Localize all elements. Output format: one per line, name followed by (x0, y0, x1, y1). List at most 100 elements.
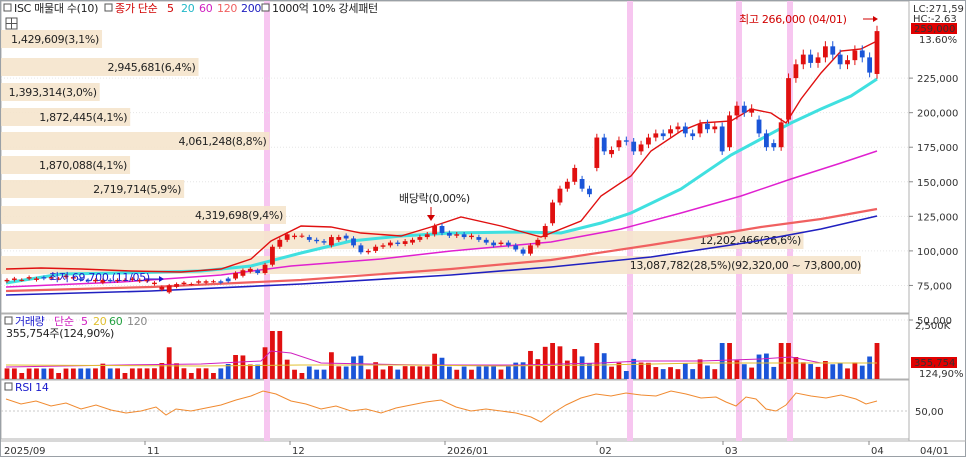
candle-body (712, 126, 718, 130)
panel-toggle-icon[interactable] (3, 3, 12, 12)
candle-body (181, 282, 187, 285)
volume-bar (852, 362, 858, 379)
candle-body (852, 50, 858, 61)
candle-body (225, 278, 231, 282)
volume-bar (557, 346, 563, 379)
volume-bar (63, 368, 69, 379)
volume-bar (446, 366, 452, 379)
volume-bar (859, 365, 865, 379)
candle-body (395, 242, 401, 244)
volume-bar (11, 368, 17, 379)
volume-bar (26, 368, 32, 379)
low-arrow-head (159, 276, 164, 282)
rsi-line (5, 390, 878, 423)
dividend-arrow-head (427, 215, 435, 221)
date-02: 02 (599, 446, 612, 457)
volume-bar (550, 343, 555, 379)
price-tick-label: 150,000 (917, 178, 958, 189)
candle-body (152, 282, 157, 285)
candle-body (609, 149, 614, 155)
date-03: 03 (725, 446, 738, 457)
candle-body (646, 137, 651, 145)
candle-body (159, 286, 165, 290)
volume-bar (837, 362, 843, 379)
candle-body (830, 46, 836, 55)
volume-bar (387, 366, 393, 379)
volume-profile: 1,429,609(3,1%) 2,945,681(6,4%) 1,393,314(… (1, 30, 861, 274)
volume-toggle-icon[interactable] (4, 316, 13, 325)
current-price: 259,000 (914, 24, 955, 35)
volume-bar (690, 369, 696, 379)
volume-bar (800, 362, 806, 379)
volume-bar (505, 366, 511, 379)
candle-body (579, 179, 585, 189)
candle-body (786, 78, 791, 120)
volume-bar (107, 368, 113, 379)
candle-body (837, 54, 843, 65)
candle-body (41, 277, 47, 279)
volume-bar (144, 368, 150, 379)
volume-bar (48, 368, 54, 379)
price-tick-label: 75,000 (917, 281, 952, 292)
volume-bar (439, 357, 445, 379)
rsi-toggle-icon[interactable] (4, 382, 13, 391)
candle-body (631, 141, 637, 152)
volume-profile-label: 2,945,681(6,4%) (108, 61, 196, 74)
candle-body (505, 242, 511, 246)
volume-bar (292, 369, 297, 379)
grid-icon[interactable] (5, 17, 18, 30)
volume-bar (646, 362, 651, 379)
volume-bar (402, 366, 408, 379)
candle-body (26, 277, 32, 279)
price-scale: LC:271,59 HC:-2.63 259,000 13.60% 225,00… (909, 4, 964, 327)
chart-canvas[interactable]: 1,429,609(3,1%) 2,945,681(6,4%) 1,393,314(… (1, 1, 966, 458)
candle-body (764, 133, 769, 148)
volume-bar (203, 368, 209, 379)
candle-body (166, 285, 172, 293)
price-header: ISC 매물대 수(10) 종가 단순 5 20 60 120 200 1000… (3, 2, 378, 30)
volume-bar (233, 355, 238, 379)
candle-body (454, 234, 460, 236)
volume-bar (675, 369, 681, 379)
volume-bar (874, 343, 880, 379)
ma-title: 종가 단순 (115, 2, 158, 15)
candle-body (660, 133, 666, 137)
pattern-toggle-icon[interactable] (261, 3, 270, 12)
volume-bar (719, 343, 725, 379)
volume-bar (705, 365, 710, 379)
volume-ma-120: 120 (127, 315, 147, 328)
volume-bar (542, 346, 548, 379)
volume-bar (188, 373, 194, 379)
high-arrow-head (873, 16, 878, 22)
volume-bar (19, 373, 25, 379)
volume-bars (4, 331, 880, 379)
volume-bar (277, 331, 283, 379)
candle-body (11, 278, 17, 280)
candle-body (321, 241, 327, 243)
candle-body (719, 126, 725, 152)
volume-bar (247, 364, 253, 379)
candle-body (874, 31, 880, 74)
candle-body (815, 57, 821, 63)
volume-bar (85, 368, 91, 379)
candle-body (262, 264, 268, 274)
volume-bar (601, 353, 607, 379)
candle-body (270, 246, 275, 265)
volume-profile-label: 4,319,698(9,4%) (195, 209, 283, 222)
candle-body (34, 278, 39, 280)
volume-bar (749, 367, 755, 379)
candle-body (491, 242, 497, 246)
volume-bar (166, 347, 172, 379)
candle-body (822, 46, 828, 58)
candle-body (542, 226, 548, 238)
volume-bar (299, 373, 305, 379)
volume-bar (535, 359, 541, 379)
rsi-tick: 50,00 (915, 407, 944, 418)
candle-body (299, 235, 305, 237)
volume-bar (137, 368, 143, 379)
volume-bar (454, 369, 460, 379)
candle-body (675, 126, 681, 130)
ma-toggle-icon[interactable] (104, 3, 113, 12)
volume-bar (410, 366, 415, 379)
candle-body (682, 126, 688, 134)
